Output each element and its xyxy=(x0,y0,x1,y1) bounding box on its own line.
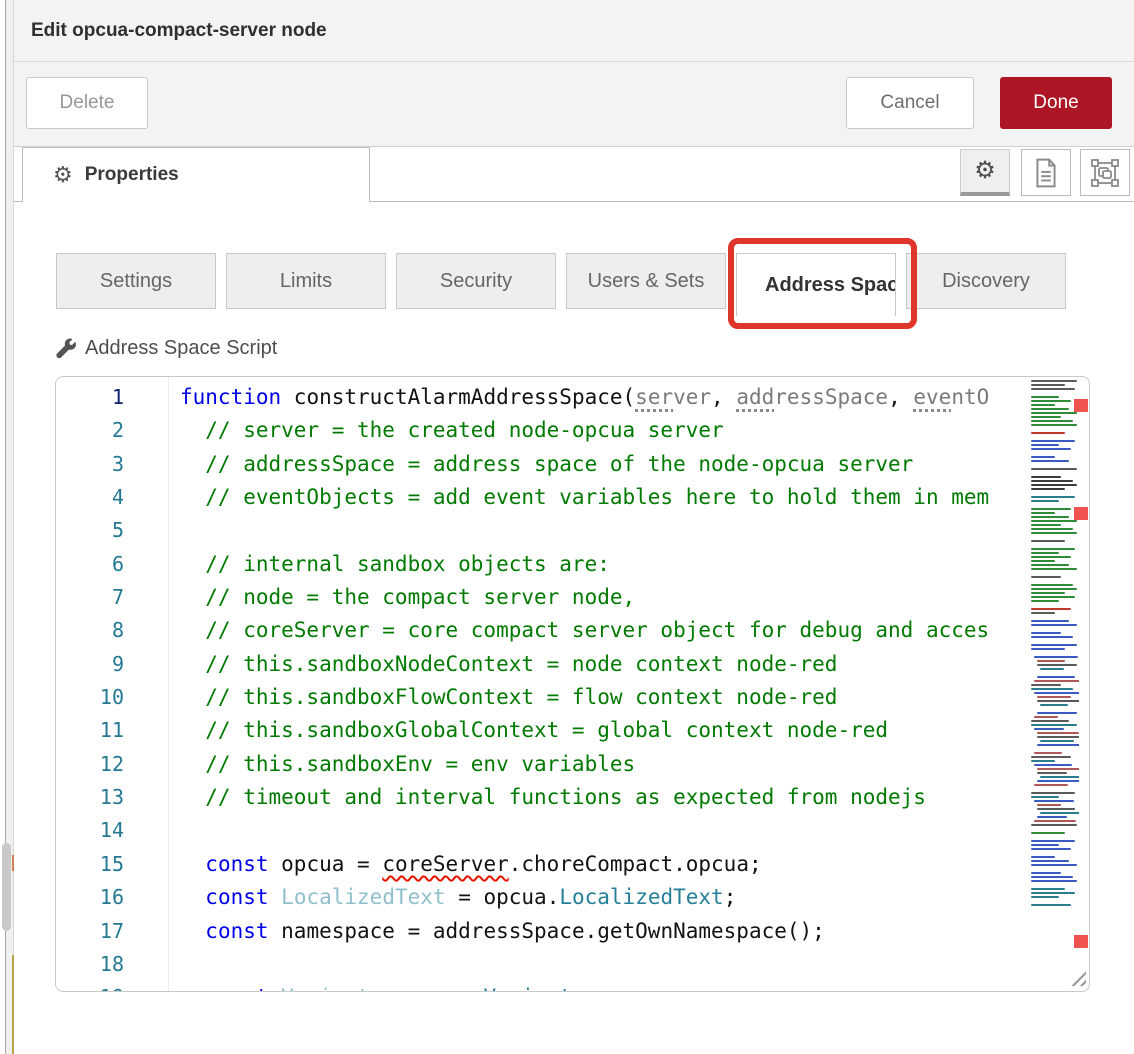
wrench-icon xyxy=(55,338,77,360)
description-icon-button[interactable] xyxy=(1021,149,1071,196)
code-line: 2 // server = the created node-opcua ser… xyxy=(56,414,1031,447)
line-number: 19 xyxy=(56,981,168,992)
error-marker[interactable] xyxy=(1074,399,1088,412)
tab-users-sets[interactable]: Users & Sets xyxy=(566,253,726,309)
tab-limits[interactable]: Limits xyxy=(226,253,386,309)
code-line: 11 // this.sandboxGlobalContext = global… xyxy=(56,714,1031,747)
line-number: 9 xyxy=(56,648,168,681)
gear-icon: ⚙ xyxy=(53,164,73,186)
dialog-header: Edit opcua-compact-server node xyxy=(14,0,1134,62)
code-line: 12 // this.sandboxEnv = env variables xyxy=(56,748,1031,781)
address-space-script-label: Address Space Script xyxy=(55,337,277,360)
line-number: 10 xyxy=(56,681,168,714)
tab-address-space[interactable]: Address Space xyxy=(736,253,896,316)
delete-button[interactable]: Delete xyxy=(26,77,148,129)
dialog-title: Edit opcua-compact-server node xyxy=(31,0,327,62)
code-line: 8 // coreServer = core compact server ob… xyxy=(56,614,1031,647)
code-line: 3 // addressSpace = address space of the… xyxy=(56,448,1031,481)
line-number: 4 xyxy=(56,481,168,514)
code-line: 17 const namespace = addressSpace.getOwn… xyxy=(56,915,1031,948)
tray-edge-strip xyxy=(0,0,14,1054)
properties-icon-button[interactable]: ⚙ xyxy=(960,149,1010,196)
line-number: 14 xyxy=(56,814,168,847)
editor-tabbar: ⚙ Properties ⚙ xyxy=(14,147,1134,202)
done-button[interactable]: Done xyxy=(1000,77,1112,129)
dialog-content: Settings Limits Security Users & Sets Ad… xyxy=(14,202,1134,1054)
code-line: 9 // this.sandboxNodeContext = node cont… xyxy=(56,648,1031,681)
cancel-button[interactable]: Cancel xyxy=(846,77,974,129)
error-marker[interactable] xyxy=(1074,935,1088,948)
code-line: 19 const Variant = opcua.Variant; xyxy=(56,981,1031,992)
code-line: 7 // node = the compact server node, xyxy=(56,581,1031,614)
code-line: 14 xyxy=(56,814,1031,847)
code-editor[interactable]: 1function constructAlarmAddressSpace(ser… xyxy=(55,376,1090,992)
tab-properties[interactable]: ⚙ Properties xyxy=(22,147,370,202)
line-number: 2 xyxy=(56,414,168,447)
code-line: 15 const opcua = coreServer.choreCompact… xyxy=(56,848,1031,881)
code-line: 13 // timeout and interval functions as … xyxy=(56,781,1031,814)
code-line: 6 // internal sandbox objects are: xyxy=(56,548,1031,581)
line-number: 16 xyxy=(56,881,168,914)
line-number: 5 xyxy=(56,514,168,547)
line-number: 6 xyxy=(56,548,168,581)
tab-discovery[interactable]: Discovery xyxy=(906,253,1066,309)
line-number: 15 xyxy=(56,848,168,881)
gear-icon: ⚙ xyxy=(974,159,996,183)
code-line: 4 // eventObjects = add event variables … xyxy=(56,481,1031,514)
appearance-icon-button[interactable] xyxy=(1080,149,1130,196)
tab-properties-label: Properties xyxy=(85,164,179,186)
line-number: 12 xyxy=(56,748,168,781)
line-number: 13 xyxy=(56,781,168,814)
editor-minimap[interactable] xyxy=(1031,380,1079,908)
tray-scrollbar-thumb[interactable] xyxy=(2,843,11,931)
tab-security[interactable]: Security xyxy=(396,253,556,309)
appearance-icon xyxy=(1090,158,1120,188)
code-line: 18 xyxy=(56,948,1031,981)
document-icon xyxy=(1033,158,1059,188)
code-lines: 1function constructAlarmAddressSpace(ser… xyxy=(56,381,1031,992)
line-number: 1 xyxy=(56,381,168,414)
code-line: 1function constructAlarmAddressSpace(ser… xyxy=(56,381,1031,414)
line-number: 8 xyxy=(56,614,168,647)
resize-grip-icon[interactable] xyxy=(1066,966,1086,986)
line-number: 18 xyxy=(56,948,168,981)
line-number: 7 xyxy=(56,581,168,614)
edit-node-dialog: Edit opcua-compact-server node Delete Ca… xyxy=(14,0,1134,1054)
line-number: 11 xyxy=(56,714,168,747)
dialog-toolbar: Delete Cancel Done xyxy=(14,62,1134,147)
code-line: 5 xyxy=(56,514,1031,547)
code-line: 16 const LocalizedText = opcua.Localized… xyxy=(56,881,1031,914)
tab-settings[interactable]: Settings xyxy=(56,253,216,309)
line-number: 17 xyxy=(56,915,168,948)
line-number: 3 xyxy=(56,448,168,481)
code-line: 10 // this.sandboxFlowContext = flow con… xyxy=(56,681,1031,714)
error-marker[interactable] xyxy=(1074,507,1088,520)
